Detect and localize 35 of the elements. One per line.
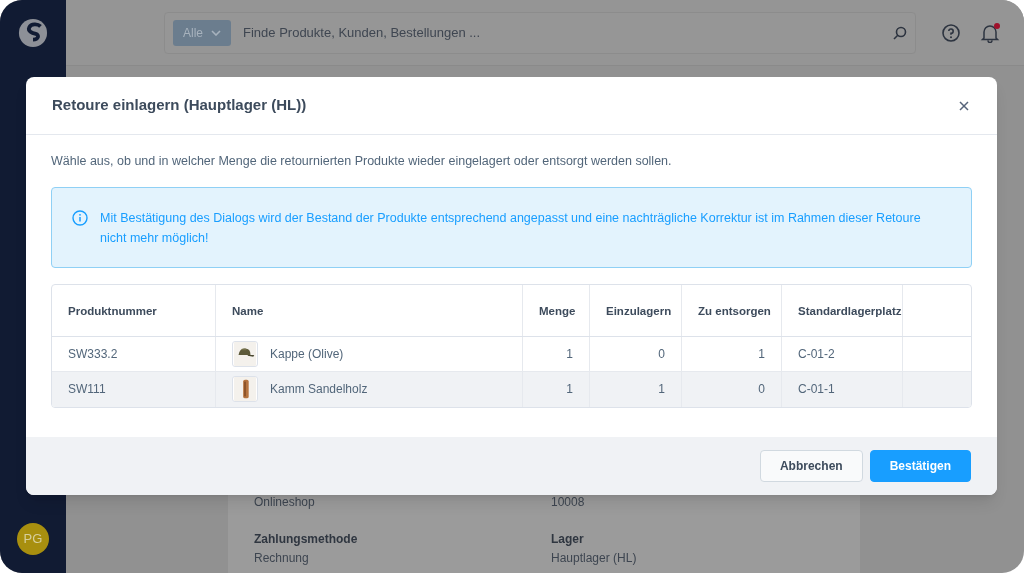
info-text: Mit Bestätigung des Dialogs wird der Bestand der Produkte entsprechend angepasst und eine nachträgliche Korrektur ist im Rahmen dieser Retoure nicht mehr möglich! xyxy=(100,209,922,247)
column-header[interactable]: Name xyxy=(216,284,523,336)
field-label: Zahlungsmethode xyxy=(254,531,359,548)
table-cell-text: 1 xyxy=(658,381,665,399)
table-cell-text: C-01-2 xyxy=(798,345,835,363)
help-icon[interactable] xyxy=(942,23,960,42)
table-cell-text: Kamm Sandelholz xyxy=(270,381,368,399)
field-value: Rechnung xyxy=(254,550,310,567)
table-cell-text: C-01-1 xyxy=(798,381,835,399)
logo-icon[interactable] xyxy=(18,18,48,48)
table-cell-text: 0 xyxy=(758,381,765,399)
column-header[interactable]: Einzulagern xyxy=(590,284,682,336)
info-icon xyxy=(72,209,88,226)
column-header[interactable]: Zu entsorgen xyxy=(682,284,782,336)
close-icon[interactable] xyxy=(959,100,969,111)
field-value: 10008 xyxy=(551,494,586,511)
field-value: Onlineshop xyxy=(254,494,316,511)
search-icon[interactable] xyxy=(893,25,907,40)
table-cell-text: 1 xyxy=(758,345,765,363)
field-value: Hauptlager (HL) xyxy=(551,550,638,567)
description-text: Wähle aus, ob und in welcher Menge die retournierten Produkte wieder eingelagert oder entsorgt werden sollen. xyxy=(51,153,673,170)
column-header[interactable]: Menge xyxy=(523,284,590,336)
table-cell-text: 1 xyxy=(566,345,573,363)
column-header[interactable]: Produktnummer xyxy=(52,284,216,336)
dialog-title: Retoure einlagern (Hauptlager (HL)) xyxy=(52,95,307,116)
notification-bell-icon[interactable] xyxy=(980,22,1000,43)
table-cell-text: SW333.2 xyxy=(68,345,118,363)
table-cell-text: SW111 xyxy=(68,381,106,399)
caret-icon xyxy=(211,29,221,36)
cancel-button[interactable]: Abbrechen xyxy=(759,450,863,482)
table-cell-text: 1 xyxy=(566,381,573,399)
table-cell-text: Kappe (Olive) xyxy=(270,345,344,363)
column-header[interactable]: Standardlagerplatz xyxy=(782,284,903,336)
table-cell-text: 0 xyxy=(658,345,665,363)
field-label: Lager xyxy=(551,531,585,548)
